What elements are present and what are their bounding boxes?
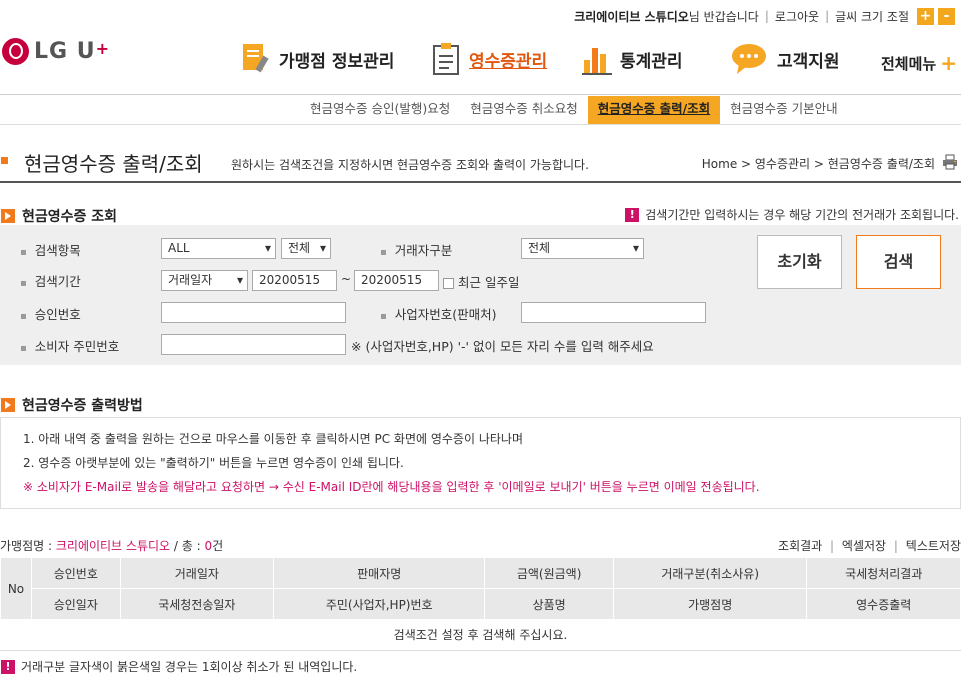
empty-message: 검색조건 설정 후 검색해 주십시요. <box>0 620 961 651</box>
col-approval-date: 승인일자 <box>31 588 121 620</box>
gnb-support[interactable]: 고객지원 <box>731 42 840 76</box>
excel-save-link[interactable]: 엑셀저장 <box>842 539 886 553</box>
results-table: No 승인번호 거래일자 판매자명 금액(원금액) 거래구분(취소사유) 국세청… <box>0 557 961 620</box>
search-notice: ! 검색기간만 입력하시는 경우 해당 기간의 전거래가 조회됩니다. <box>625 206 959 223</box>
period-type-select[interactable]: 거래일자 <box>161 270 248 291</box>
period-label: 검색기간 <box>20 271 81 290</box>
search-item-select[interactable]: ALL <box>161 238 276 259</box>
speech-bubble-icon <box>732 44 766 74</box>
biz-no-input[interactable] <box>521 302 706 323</box>
date-to-input[interactable]: 20200515 <box>354 270 439 291</box>
trade-type-label: 거래자구분 <box>380 240 453 259</box>
results-info: 가맹점명 : 크리에이티브 스튜디오 / 총 : 0건 <box>0 539 224 553</box>
col-trade-type: 거래구분(취소사유) <box>612 557 808 589</box>
method-line-3: ※ 소비자가 E-Mail로 발송을 해달라고 요청하면 → 수신 E-Mail… <box>23 480 760 494</box>
divider <box>0 94 961 95</box>
results-link[interactable]: 조회결과 <box>778 539 822 553</box>
footer-note: ! 거래구분 글자색이 붉은색일 경우는 1회이상 취소가 된 내역입니다. <box>1 658 357 675</box>
consumer-id-label: 소비자 주민번호 <box>20 336 119 355</box>
alert-icon: ! <box>1 659 15 674</box>
bar-chart-icon <box>582 48 612 75</box>
col-trade-date: 거래일자 <box>119 557 275 589</box>
sub-nav: 현금영수증 승인(발행)요청 현금영수증 취소요청 현금영수증 출력/조회 현금… <box>300 96 848 124</box>
section-arrow-icon <box>1 398 15 412</box>
method-section-title: 현금영수증 출력방법 <box>1 395 143 415</box>
gnb-stats[interactable]: 통계관리 <box>582 42 683 76</box>
col-nts-send-date: 국세청전송일자 <box>119 588 275 620</box>
trade-type-select[interactable]: 전체 <box>521 238 644 259</box>
all-menu-button[interactable]: 전체메뉴 + <box>881 51 957 75</box>
search-item-sub-select[interactable]: 전체 <box>281 238 331 259</box>
col-nts-result: 국세청처리결과 <box>806 557 961 589</box>
section-arrow-icon <box>1 209 15 223</box>
page-title: 현금영수증 출력/조회 <box>24 152 203 176</box>
method-panel: 1. 아래 내역 중 출력을 원하는 건으로 마우스를 이동한 후 클릭하시면 … <box>0 417 961 509</box>
breadcrumb: Home > 영수증관리 > 현금영수증 출력/조회 <box>701 157 935 171</box>
gnb-receipt[interactable]: 영수증관리 <box>431 42 547 76</box>
tab-cash-request[interactable]: 현금영수증 승인(발행)요청 <box>300 96 460 124</box>
font-increase-button[interactable]: + <box>917 7 934 25</box>
recent-week-checkbox[interactable]: 최근 일주일 <box>443 272 519 291</box>
results-links: 조회결과 | 엑셀저장 | 텍스트저장 <box>778 539 961 553</box>
font-size-label: 글씨 크기 조절 <box>835 9 909 24</box>
plus-icon: + <box>940 51 957 75</box>
col-no: No <box>0 557 32 620</box>
store-info-icon <box>243 44 269 73</box>
gnb-store-info[interactable]: 가맹점 정보관리 <box>241 42 394 76</box>
tab-cash-guide[interactable]: 현금영수증 기본안내 <box>720 96 847 124</box>
table-header-row: 승인일자 국세청전송일자 주민(사업자,HP)번호 상품명 가맹점명 영수증출력 <box>1 588 961 620</box>
method-line-2: 2. 영수증 아랫부분에 있는 "출력하기" 버튼을 누르면 영수증이 인쇄 됩… <box>23 456 404 470</box>
col-store-name: 가맹점명 <box>612 588 808 620</box>
consumer-id-input[interactable] <box>161 334 346 355</box>
col-approval-no: 승인번호 <box>31 557 121 589</box>
font-decrease-button[interactable]: - <box>938 7 955 25</box>
print-icon[interactable] <box>942 154 958 170</box>
title-bullet-icon <box>1 157 8 164</box>
results-store-name: 크리에이티브 스튜디오 <box>55 539 171 553</box>
title-underline <box>0 181 961 183</box>
receipt-icon <box>433 43 459 75</box>
col-receipt-print: 영수증출력 <box>806 588 961 620</box>
greeting: 님 반갑습니다 <box>688 9 759 24</box>
checkbox-icon[interactable] <box>443 278 454 289</box>
date-from-input[interactable]: 20200515 <box>252 270 337 291</box>
search-panel: 검색항목 ALL 전체 거래자구분 전체 검색기간 거래일자 20200515 … <box>0 225 961 365</box>
method-line-1: 1. 아래 내역 중 출력을 원하는 건으로 마우스를 이동한 후 클릭하시면 … <box>23 432 523 446</box>
text-save-link[interactable]: 텍스트저장 <box>906 539 961 553</box>
logo-text: LG U+ <box>34 39 111 64</box>
reset-button[interactable]: 초기화 <box>757 235 842 289</box>
lg-logo-icon <box>2 38 29 65</box>
divider <box>0 124 961 125</box>
search-section-title: 현금영수증 조회 <box>1 206 117 226</box>
search-button[interactable]: 검색 <box>856 235 941 289</box>
col-id-number: 주민(사업자,HP)번호 <box>273 588 486 620</box>
logout-link[interactable]: 로그아웃 <box>775 8 819 25</box>
date-tilde: ~ <box>341 272 352 286</box>
results-total-count: 0 <box>204 539 213 553</box>
util-bar: 크리에이티브 스튜디오 님 반갑습니다 | 로그아웃 | 글씨 크기 조절 + … <box>574 6 955 26</box>
table-header-row: No 승인번호 거래일자 판매자명 금액(원금액) 거래구분(취소사유) 국세청… <box>0 557 961 620</box>
col-amount: 금액(원금액) <box>484 557 614 589</box>
tab-cash-cancel[interactable]: 현금영수증 취소요청 <box>460 96 587 124</box>
approval-no-label: 승인번호 <box>20 304 81 323</box>
consumer-id-hint: ※ (사업자번호,HP) '-' 없이 모든 자리 수를 입력 해주세요 <box>351 339 654 354</box>
page-description: 원하시는 검색조건을 지정하시면 현금영수증 조회와 출력이 가능합니다. <box>231 158 589 172</box>
search-item-label: 검색항목 <box>20 240 81 259</box>
tab-cash-print[interactable]: 현금영수증 출력/조회 <box>587 96 721 124</box>
alert-icon: ! <box>625 207 640 222</box>
store-name: 크리에이티브 스튜디오 <box>574 9 689 24</box>
biz-no-label: 사업자번호(판매처) <box>380 304 497 323</box>
col-seller: 판매자명 <box>273 557 486 589</box>
approval-no-input[interactable] <box>161 302 346 323</box>
logo[interactable]: LG U+ <box>2 38 110 65</box>
col-product: 상품명 <box>484 588 614 620</box>
